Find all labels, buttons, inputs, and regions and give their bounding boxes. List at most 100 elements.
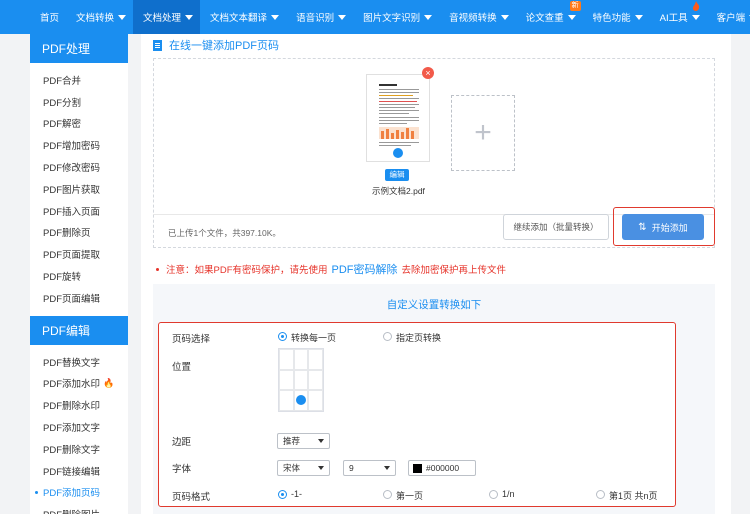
sidebar-item-pdf-link-edit[interactable]: PDF链接编辑 — [30, 460, 128, 482]
sidebar-item-pdf-add-watermark[interactable]: PDF添加水印 🔥 — [30, 373, 128, 395]
nav-label: 论文查重 — [525, 13, 564, 24]
position-cell[interactable] — [308, 390, 323, 411]
nav-speech[interactable]: 语音识别 — [286, 0, 353, 34]
sidebar-item-pdf-split[interactable]: PDF分割 — [30, 91, 128, 113]
font-size-value: 9 — [349, 463, 354, 473]
nav-label: 文档转换 — [76, 13, 115, 24]
nav-home[interactable]: 首页 — [30, 0, 66, 34]
radio-format-fraction[interactable] — [489, 490, 498, 499]
sidebar-group-title: PDF处理 — [30, 34, 128, 63]
sidebar-item-label: PDF添加水印 — [43, 379, 101, 391]
margin-select[interactable]: 推荐 — [277, 433, 330, 449]
section-title: 在线一键添加PDF页码 — [153, 37, 279, 53]
option-label: 1/n — [502, 489, 515, 499]
position-cell[interactable] — [279, 349, 294, 370]
new-badge: 新 — [569, 1, 581, 11]
selected-position-dot — [296, 395, 306, 405]
sidebar-item-pdf-merge[interactable]: PDF合并 — [30, 69, 128, 91]
bullet-dot — [156, 267, 159, 271]
nav-label: 文档处理 — [143, 13, 182, 24]
start-add-button[interactable]: ⇅ 开始添加 — [622, 214, 704, 240]
font-label: 字体 — [172, 464, 192, 475]
position-cell[interactable] — [308, 349, 323, 370]
fire-icon: 🔥 — [103, 377, 115, 388]
font-family-select[interactable]: 宋体 — [277, 460, 330, 476]
font-family-value: 宋体 — [283, 463, 301, 473]
position-cell[interactable] — [308, 369, 323, 391]
sidebar-item-pdf-delete-page[interactable]: PDF删除页 — [30, 222, 128, 244]
page: 首页 文档转换 文档处理 文档文本翻译 语音识别 图片文字识别 音视频转换 论文… — [0, 0, 750, 514]
position-label: 位置 — [172, 362, 192, 373]
font-size-select[interactable]: 9 — [343, 460, 396, 476]
chevron-down-icon — [634, 14, 643, 20]
nav-translate[interactable]: 文档文本翻译 — [200, 0, 286, 34]
sidebar-item-pdf-add-password[interactable]: PDF增加密码 — [30, 134, 128, 156]
radio-convert-every-page[interactable] — [278, 332, 287, 341]
edit-file-button[interactable]: 编辑 — [385, 169, 409, 181]
position-cell[interactable] — [293, 349, 309, 370]
nav-ai-tools[interactable]: AI工具 — [650, 0, 707, 34]
option-label: -1- — [291, 489, 302, 499]
fire-icon — [692, 1, 699, 11]
plus-icon: + — [474, 116, 492, 149]
color-swatch — [413, 464, 422, 473]
radio-format-chinese[interactable] — [383, 490, 392, 499]
nav-client[interactable]: 客户端 — [707, 0, 750, 34]
nav-doc-convert[interactable]: 文档转换 — [66, 0, 133, 34]
sidebar-item-pdf-change-password[interactable]: PDF修改密码 — [30, 156, 128, 178]
remove-file-icon[interactable]: × — [422, 67, 434, 79]
nav-features[interactable]: 特色功能 — [583, 0, 650, 34]
chevron-down-icon — [271, 14, 280, 20]
radio-specific-pages[interactable] — [383, 332, 392, 341]
nav-label: 特色功能 — [592, 13, 631, 24]
sidebar-item-pdf-delete-text[interactable]: PDF删除文字 — [30, 438, 128, 460]
nav-label: 首页 — [40, 13, 60, 24]
start-add-label: 开始添加 — [651, 222, 688, 233]
chevron-down-icon — [691, 14, 700, 20]
position-cell[interactable] — [279, 369, 294, 391]
sidebar-item-pdf-extract-page[interactable]: PDF页面提取 — [30, 243, 128, 265]
sidebar-item-pdf-add-page-number[interactable]: PDF添加页码 — [30, 482, 128, 504]
nav-label: 客户端 — [716, 13, 746, 24]
chevron-down-icon — [318, 466, 324, 470]
sidebar-item-pdf-replace-text[interactable]: PDF替换文字 — [30, 351, 128, 373]
nav-label: 语音识别 — [296, 13, 335, 24]
chevron-down-icon — [118, 14, 127, 20]
margin-value: 推荐 — [283, 436, 301, 446]
option-label: 转换每一页 — [291, 333, 337, 343]
nav-av-convert[interactable]: 音视频转换 — [439, 0, 516, 34]
swap-icon: ⇅ — [638, 221, 647, 233]
drag-handle[interactable] — [393, 148, 403, 158]
position-cell[interactable] — [279, 390, 294, 411]
document-icon — [153, 39, 162, 51]
sidebar-item-pdf-extract-images[interactable]: PDF图片获取 — [30, 178, 128, 200]
sidebar-item-pdf-page-edit[interactable]: PDF页面编辑 — [30, 287, 128, 309]
font-color-field[interactable]: #000000 — [408, 460, 476, 476]
position-cell[interactable] — [293, 369, 309, 391]
nav-label: 音视频转换 — [449, 13, 497, 24]
sidebar-group-title: PDF编辑 — [30, 315, 128, 345]
nav-plagiarism[interactable]: 论文查重新 — [516, 0, 583, 34]
sidebar-item-pdf-remove-watermark[interactable]: PDF删除水印 — [30, 394, 128, 416]
option-label: 第1页 共n页 — [609, 491, 658, 501]
page-format-label: 页码格式 — [172, 492, 211, 503]
sidebar: PDF处理 PDF合并 PDF分割 PDF解密 PDF增加密码 PDF修改密码 … — [30, 34, 128, 514]
sidebar-item-pdf-rotate[interactable]: PDF旋转 — [30, 265, 128, 287]
radio-format-page-of-total[interactable] — [596, 490, 605, 499]
sidebar-item-pdf-insert-page[interactable]: PDF插入页面 — [30, 200, 128, 222]
radio-format-dash[interactable] — [278, 490, 287, 499]
chevron-down-icon — [185, 14, 194, 20]
notice-text: 注意：如果PDF有密码保护，请先使用 — [166, 265, 328, 276]
pdf-decrypt-link[interactable]: PDF密码解除 — [332, 261, 398, 277]
main-panel: 在线一键添加PDF页码 × 编辑 示例文档2.pdf + 已上传1个文件，共39… — [141, 34, 731, 514]
page-select-label: 页码选择 — [172, 334, 211, 345]
sidebar-item-pdf-decrypt[interactable]: PDF解密 — [30, 113, 128, 135]
nav-label: AI工具 — [659, 13, 688, 24]
settings-panel: 自定义设置转换如下 页码选择 转换每一页 指定页转换 位置 边距 推荐 字体 宋… — [153, 284, 715, 514]
sidebar-item-pdf-add-text[interactable]: PDF添加文字 — [30, 416, 128, 438]
continue-add-button[interactable]: 继续添加（批量转换） — [503, 214, 609, 240]
nav-doc-process[interactable]: 文档处理 — [133, 0, 201, 34]
add-file-tile[interactable]: + — [451, 95, 515, 171]
nav-ocr[interactable]: 图片文字识别 — [353, 0, 439, 34]
sidebar-item-pdf-delete-image[interactable]: PDF删除图片 — [30, 503, 128, 514]
